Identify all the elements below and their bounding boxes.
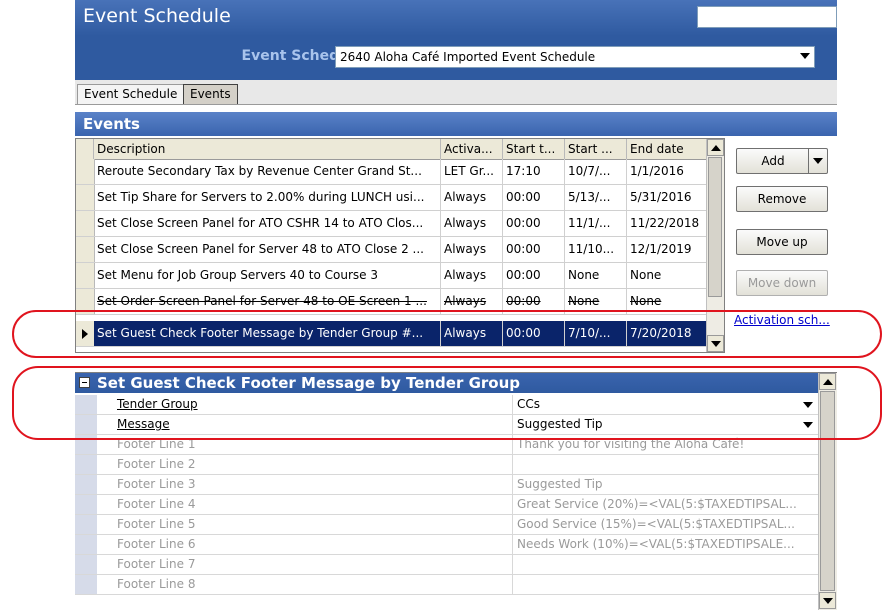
cell-start-time: 00:00 xyxy=(503,263,565,288)
cell-start-time: 00:00 xyxy=(503,211,565,236)
grid-corner xyxy=(76,139,94,159)
property-value[interactable]: Great Service (20%)=<VAL(5:$TAXEDTIPSAL.… xyxy=(513,495,819,514)
scroll-down-button[interactable] xyxy=(819,592,836,609)
cell-description: Reroute Secondary Tax by Revenue Center … xyxy=(94,159,441,184)
cell-start-date: None xyxy=(565,263,627,288)
tab-strip: Event Schedule Events xyxy=(75,80,837,105)
schedule-dropdown[interactable]: 2640 Aloha Café Imported Event Schedule xyxy=(335,46,815,68)
add-button-label: Add xyxy=(761,154,785,168)
property-gutter xyxy=(75,555,97,574)
property-name: Footer Line 3 xyxy=(97,475,513,494)
scroll-thumb[interactable] xyxy=(708,157,722,297)
schedule-selector-bar: Event Schedule: 2640 Aloha Café Imported… xyxy=(75,36,837,80)
cell-end-date: 11/22/2018 xyxy=(627,211,708,236)
column-header-start-date[interactable]: Start ... xyxy=(565,139,627,159)
title-bar: Event Schedule xyxy=(75,0,837,36)
property-value[interactable] xyxy=(513,455,819,474)
column-header-activation[interactable]: Activa... xyxy=(441,139,503,159)
property-gutter xyxy=(75,575,97,594)
property-name: Footer Line 6 xyxy=(97,535,513,554)
cell-start-time: 00:00 xyxy=(503,185,565,210)
property-value[interactable] xyxy=(513,575,819,594)
cell-activation: Always xyxy=(441,263,503,288)
highlight-oval-properties xyxy=(12,366,882,440)
cell-description: Set Menu for Job Group Servers 40 to Cou… xyxy=(94,263,441,288)
tab-event-schedule[interactable]: Event Schedule xyxy=(77,84,185,104)
cell-end-date: 1/1/2016 xyxy=(627,159,708,184)
cell-description: Set Close Screen Panel for Server 48 to … xyxy=(94,237,441,262)
cell-activation: Always xyxy=(441,237,503,262)
property-row-footer-line[interactable]: Footer Line 6 Needs Work (10%)=<VAL(5:$T… xyxy=(75,535,819,555)
cell-start-time: 17:10 xyxy=(503,159,565,184)
property-name: Footer Line 2 xyxy=(97,455,513,474)
window-title: Event Schedule xyxy=(83,5,231,27)
highlight-oval-selected-row xyxy=(12,310,882,358)
cell-end-date: 5/31/2016 xyxy=(627,185,708,210)
column-header-description[interactable]: Description xyxy=(94,139,441,159)
table-row[interactable]: Reroute Secondary Tax by Revenue Center … xyxy=(76,159,708,185)
cell-activation: Always xyxy=(441,211,503,236)
table-row[interactable]: Set Close Screen Panel for Server 48 to … xyxy=(76,237,708,263)
column-header-start-time[interactable]: Start t... xyxy=(503,139,565,159)
move-up-button[interactable]: Move up xyxy=(736,229,828,255)
property-name: Footer Line 4 xyxy=(97,495,513,514)
cell-description: Set Tip Share for Servers to 2.00% durin… xyxy=(94,185,441,210)
property-row-footer-line[interactable]: Footer Line 4 Great Service (20%)=<VAL(5… xyxy=(75,495,819,515)
property-row-footer-line[interactable]: Footer Line 7 xyxy=(75,555,819,575)
property-row-footer-line[interactable]: Footer Line 5 Good Service (15%)=<VAL(5:… xyxy=(75,515,819,535)
cell-activation: Always xyxy=(441,185,503,210)
property-gutter xyxy=(75,495,97,514)
cell-end-date: None xyxy=(627,263,708,288)
property-gutter xyxy=(75,455,97,474)
property-value[interactable] xyxy=(513,555,819,574)
row-header[interactable] xyxy=(76,159,95,184)
cell-description: Set Close Screen Panel for ATO CSHR 14 t… xyxy=(94,211,441,236)
property-value[interactable]: Needs Work (10%)=<VAL(5:$TAXEDTIPSALE... xyxy=(513,535,819,554)
table-row[interactable]: Set Menu for Job Group Servers 40 to Cou… xyxy=(76,263,708,289)
property-value[interactable]: Suggested Tip xyxy=(513,475,819,494)
schedule-dropdown-value: 2640 Aloha Café Imported Event Schedule xyxy=(340,50,596,64)
column-header-end-date[interactable]: End date xyxy=(627,139,708,159)
property-gutter xyxy=(75,475,97,494)
property-name: Footer Line 8 xyxy=(97,575,513,594)
property-row-footer-line[interactable]: Footer Line 3 Suggested Tip xyxy=(75,475,819,495)
event-schedule-window: Event Schedule Event Schedule: 2640 Aloh… xyxy=(75,0,837,610)
grid-header: Description Activa... Start t... Start .… xyxy=(76,139,724,160)
cell-end-date: 12/1/2019 xyxy=(627,237,708,262)
title-search-box[interactable] xyxy=(697,6,837,28)
property-gutter xyxy=(75,515,97,534)
cell-start-date: 5/13/... xyxy=(565,185,627,210)
property-row-footer-line[interactable]: Footer Line 8 xyxy=(75,575,819,595)
scroll-up-button[interactable] xyxy=(707,139,724,156)
property-row-footer-line[interactable]: Footer Line 2 xyxy=(75,455,819,475)
table-row[interactable]: Set Tip Share for Servers to 2.00% durin… xyxy=(76,185,708,211)
property-name: Footer Line 5 xyxy=(97,515,513,534)
remove-button[interactable]: Remove xyxy=(736,186,828,212)
cell-start-date: 11/1/... xyxy=(565,211,627,236)
chevron-down-icon[interactable] xyxy=(800,53,810,59)
property-gutter xyxy=(75,535,97,554)
row-header[interactable] xyxy=(76,237,95,262)
row-header[interactable] xyxy=(76,185,95,210)
tab-events[interactable]: Events xyxy=(183,84,238,104)
row-header[interactable] xyxy=(76,263,95,288)
row-header[interactable] xyxy=(76,211,95,236)
add-button[interactable]: Add xyxy=(736,148,828,174)
events-section-header: Events xyxy=(75,112,837,136)
property-value[interactable]: Good Service (15%)=<VAL(5:$TAXEDTIPSAL..… xyxy=(513,515,819,534)
cell-start-time: 00:00 xyxy=(503,237,565,262)
table-row[interactable]: Set Close Screen Panel for ATO CSHR 14 t… xyxy=(76,211,708,237)
cell-start-date: 10/7/... xyxy=(565,159,627,184)
add-dropdown-icon[interactable] xyxy=(808,149,827,173)
move-down-button[interactable]: Move down xyxy=(736,270,828,296)
property-name: Footer Line 7 xyxy=(97,555,513,574)
cell-activation: LET Gr... xyxy=(441,159,503,184)
cell-start-date: 11/10... xyxy=(565,237,627,262)
